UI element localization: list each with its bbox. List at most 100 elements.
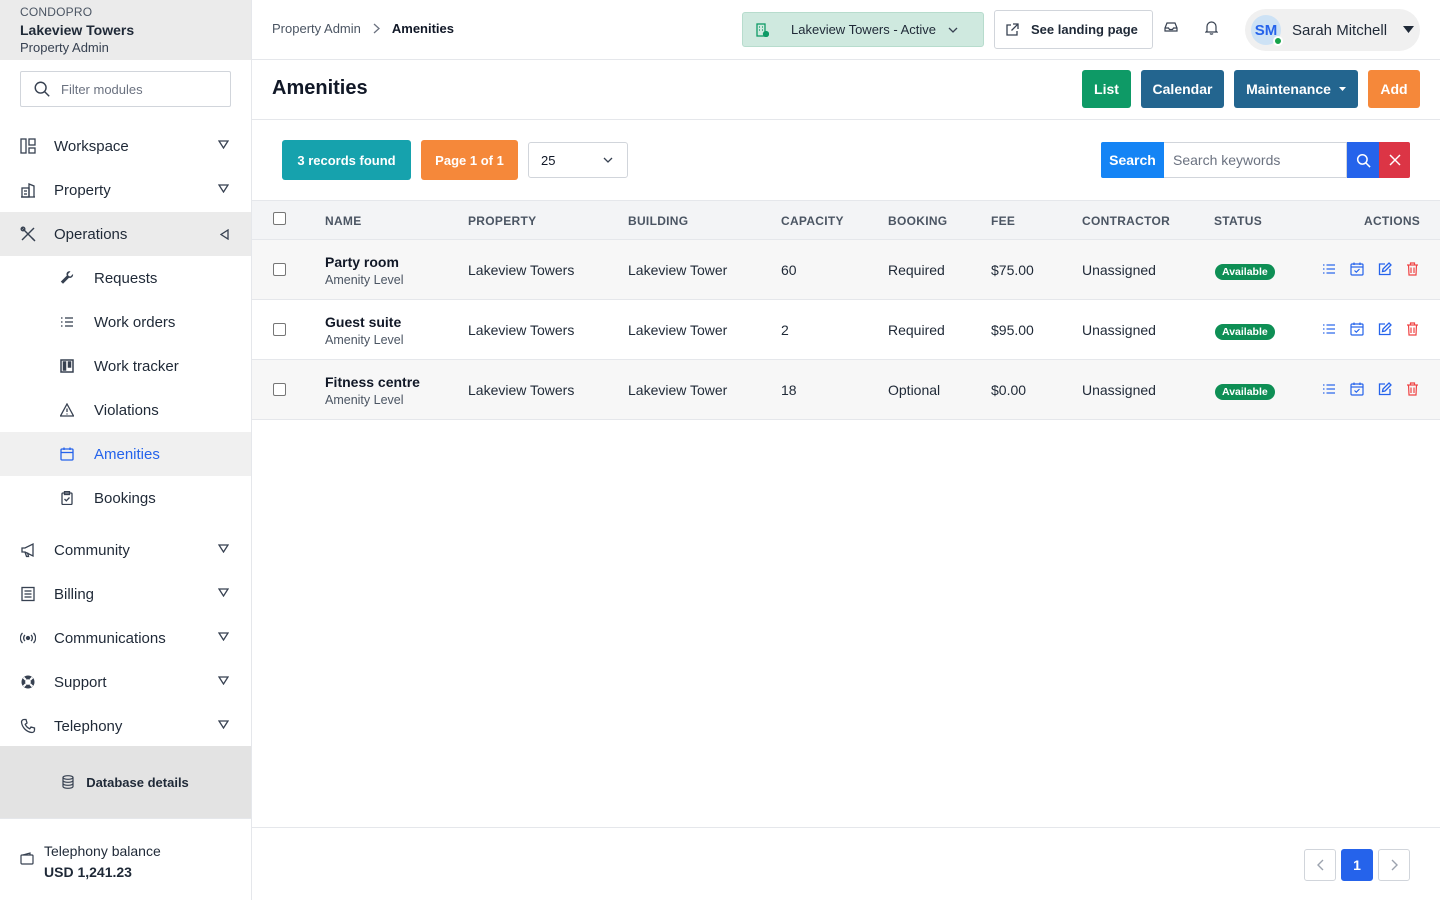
table-row[interactable]: Party room Amenity Level Lakeview Towers La… [252, 240, 1440, 300]
previous-page-button[interactable] [1304, 849, 1336, 881]
list-view-button[interactable]: List [1082, 70, 1131, 108]
row-checkbox[interactable] [273, 383, 286, 396]
page-number-button[interactable]: 1 [1341, 849, 1373, 881]
calendar-check-icon[interactable] [1350, 322, 1364, 336]
records-count-badge: 3 records found [282, 140, 411, 180]
sidebar-item-telephony[interactable]: Telephony [0, 704, 251, 748]
calendar-check-icon[interactable] [1350, 262, 1364, 276]
page-indicator-badge: Page 1 of 1 [421, 140, 518, 180]
edit-icon[interactable] [1378, 322, 1392, 336]
property-cell: Lakeview Towers [468, 262, 575, 278]
chevron-down-icon [603, 157, 613, 163]
search-button[interactable] [1347, 142, 1379, 178]
sidebar-item-property[interactable]: Property [0, 168, 251, 212]
search-input[interactable] [1173, 152, 1338, 168]
calendar-check-icon[interactable] [1350, 382, 1364, 396]
clear-search-button[interactable] [1379, 142, 1410, 178]
database-details-label: Database details [86, 774, 189, 790]
capacity-cell: 60 [781, 262, 797, 278]
amenity-level: Amenity Level [325, 273, 404, 287]
sidebar-item-label: Work orders [94, 313, 176, 331]
caret-down-icon [218, 720, 229, 729]
calendar-view-button[interactable]: Calendar [1141, 70, 1224, 108]
search-icon [1356, 153, 1371, 168]
megaphone-icon [20, 542, 36, 558]
edit-icon[interactable] [1378, 382, 1392, 396]
column-header-building[interactable]: BUILDING [628, 214, 688, 228]
row-checkbox[interactable] [273, 323, 286, 336]
sidebar-item-amenities[interactable]: Amenities [0, 432, 251, 476]
bell-icon[interactable] [1205, 20, 1218, 35]
column-header-property[interactable]: PROPERTY [468, 214, 536, 228]
sidebar-item-operations[interactable]: Operations [0, 212, 251, 256]
inbox-icon[interactable] [1164, 20, 1178, 34]
see-landing-page-button[interactable]: See landing page [994, 10, 1153, 49]
table-row[interactable]: Fitness centre Amenity Level Lakeview Towe… [252, 360, 1440, 420]
phone-icon [20, 718, 36, 734]
caret-down-icon [218, 632, 229, 641]
delete-icon[interactable] [1406, 382, 1420, 396]
lifebuoy-icon [20, 674, 36, 690]
row-checkbox[interactable] [273, 263, 286, 276]
table-body: Party room Amenity Level Lakeview Towers La… [252, 240, 1440, 420]
sidebar-item-workspace[interactable]: Workspace [0, 124, 251, 168]
contractor-cell: Unassigned [1082, 322, 1156, 338]
sidebar-item-communications[interactable]: Communications [0, 616, 251, 660]
booking-cell: Required [888, 322, 945, 338]
amenities-table: NAME PROPERTY BUILDING CAPACITY BOOKING … [252, 200, 1440, 420]
amenity-name[interactable]: Party room [325, 253, 404, 271]
column-header-status[interactable]: STATUS [1214, 214, 1262, 228]
avatar-initials: SM [1254, 21, 1278, 39]
sidebar-item-work-tracker[interactable]: Work tracker [0, 344, 251, 388]
property-selector[interactable]: Lakeview Towers - Active [742, 12, 984, 47]
details-list-icon[interactable] [1322, 382, 1336, 396]
column-header-contractor[interactable]: CONTRACTOR [1082, 214, 1170, 228]
breadcrumb-current: Amenities [391, 21, 455, 36]
per-page-select[interactable]: 25 [528, 142, 628, 178]
sidebar-item-label: Support [54, 673, 107, 691]
details-list-icon[interactable] [1322, 262, 1336, 276]
edit-icon[interactable] [1378, 262, 1392, 276]
maintenance-dropdown-button[interactable]: Maintenance [1234, 70, 1358, 108]
filter-modules[interactable] [20, 71, 231, 107]
breadcrumb-root[interactable]: Property Admin [272, 21, 361, 36]
status-badge: Available [1215, 264, 1275, 280]
column-header-booking[interactable]: BOOKING [888, 214, 947, 228]
sidebar-item-bookings[interactable]: Bookings [0, 476, 251, 520]
sidebar-item-community[interactable]: Community [0, 528, 251, 572]
contractor-cell: Unassigned [1082, 382, 1156, 398]
sidebar-item-billing[interactable]: Billing [0, 572, 251, 616]
column-header-capacity[interactable]: CAPACITY [781, 214, 844, 228]
user-menu[interactable]: SM Sarah Mitchell [1245, 9, 1420, 51]
column-header-fee[interactable]: FEE [991, 214, 1015, 228]
chevron-right-icon [373, 23, 380, 34]
amenity-name-cell: Fitness centre Amenity Level [325, 373, 420, 409]
status-badge: Available [1215, 384, 1275, 400]
column-header-name[interactable]: NAME [325, 214, 362, 228]
sidebar-item-requests[interactable]: Requests [0, 256, 251, 300]
delete-icon[interactable] [1406, 322, 1420, 336]
row-actions [1322, 262, 1434, 276]
sidebar-item-label: Amenities [94, 445, 160, 463]
see-landing-page-label: See landing page [1031, 22, 1138, 37]
filter-modules-input[interactable] [61, 81, 221, 97]
next-page-button[interactable] [1378, 849, 1410, 881]
building-cell: Lakeview Tower [628, 322, 728, 338]
booking-cell: Optional [888, 382, 941, 398]
details-list-icon[interactable] [1322, 322, 1336, 336]
caret-down-icon [218, 544, 229, 553]
layout-icon [20, 138, 36, 154]
property-selector-label: Lakeview Towers - Active [791, 22, 936, 37]
sidebar-item-support[interactable]: Support [0, 660, 251, 704]
table-row[interactable]: Guest suite Amenity Level Lakeview Towers L… [252, 300, 1440, 360]
amenity-name[interactable]: Guest suite [325, 313, 404, 331]
amenity-name[interactable]: Fitness centre [325, 373, 420, 391]
search-field[interactable] [1164, 142, 1347, 178]
sidebar-item-violations[interactable]: Violations [0, 388, 251, 432]
sidebar-item-work-orders[interactable]: Work orders [0, 300, 251, 344]
select-all-checkbox[interactable] [273, 212, 286, 225]
user-name: Sarah Mitchell [1292, 21, 1388, 39]
add-amenity-button[interactable]: Add [1368, 70, 1420, 108]
database-details-button[interactable]: Database details [0, 746, 251, 818]
delete-icon[interactable] [1406, 262, 1420, 276]
